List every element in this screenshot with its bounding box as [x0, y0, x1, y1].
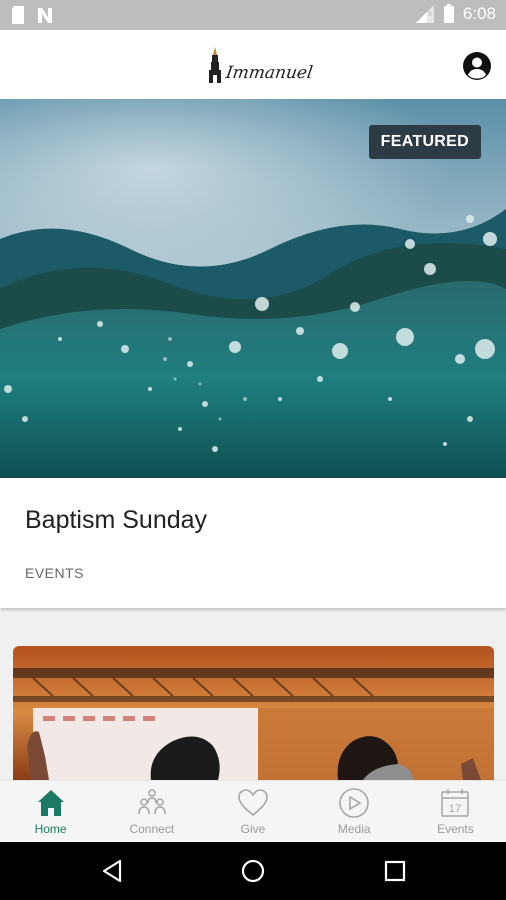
n-icon: [38, 8, 52, 23]
recents-icon[interactable]: [384, 860, 406, 882]
bottom-navigation: Home Connect Give Media 17 Events: [0, 780, 506, 843]
svg-text:x: x: [428, 9, 432, 18]
system-navigation-bar: [0, 842, 506, 900]
calendar-day: 17: [449, 803, 461, 815]
status-time: 6:08: [462, 4, 496, 23]
nav-connect-label: Connect: [129, 822, 175, 836]
nav-media[interactable]: Media: [304, 781, 405, 843]
nav-home-label: Home: [34, 822, 67, 836]
home-circle-icon[interactable]: [241, 859, 265, 883]
calendar-icon: 17: [441, 789, 470, 817]
app-bar: Immanuel: [0, 30, 506, 100]
battery-icon: [443, 4, 454, 23]
nav-events[interactable]: 17 Events: [405, 781, 506, 843]
logo-text: Immanuel: [224, 63, 314, 83]
people-icon: [138, 789, 166, 815]
nav-connect[interactable]: Connect: [101, 781, 202, 843]
featured-badge: FEATURED: [368, 125, 481, 159]
signal-icon: x: [415, 5, 434, 23]
heart-icon: [238, 789, 268, 817]
content-card-image[interactable]: [13, 646, 494, 780]
back-icon[interactable]: [100, 859, 124, 883]
featured-card[interactable]: FEATURED Baptism Sunday EVENTS: [0, 99, 506, 608]
nav-give-label: Give: [240, 822, 266, 836]
featured-title[interactable]: Baptism Sunday: [25, 506, 207, 535]
account-circle-icon[interactable]: [462, 51, 492, 81]
play-circle-icon: [339, 788, 370, 818]
app-logo[interactable]: Immanuel: [208, 47, 314, 83]
nav-home[interactable]: Home: [0, 781, 101, 843]
featured-category: EVENTS: [25, 565, 85, 581]
nav-media-label: Media: [337, 822, 371, 836]
status-bar: x 6:08: [0, 0, 506, 30]
church-steeple-icon: [209, 47, 221, 83]
nav-give[interactable]: Give: [202, 781, 303, 843]
sd-card-icon: [12, 6, 24, 24]
nav-events-label: Events: [437, 822, 474, 836]
home-icon: [37, 790, 64, 816]
